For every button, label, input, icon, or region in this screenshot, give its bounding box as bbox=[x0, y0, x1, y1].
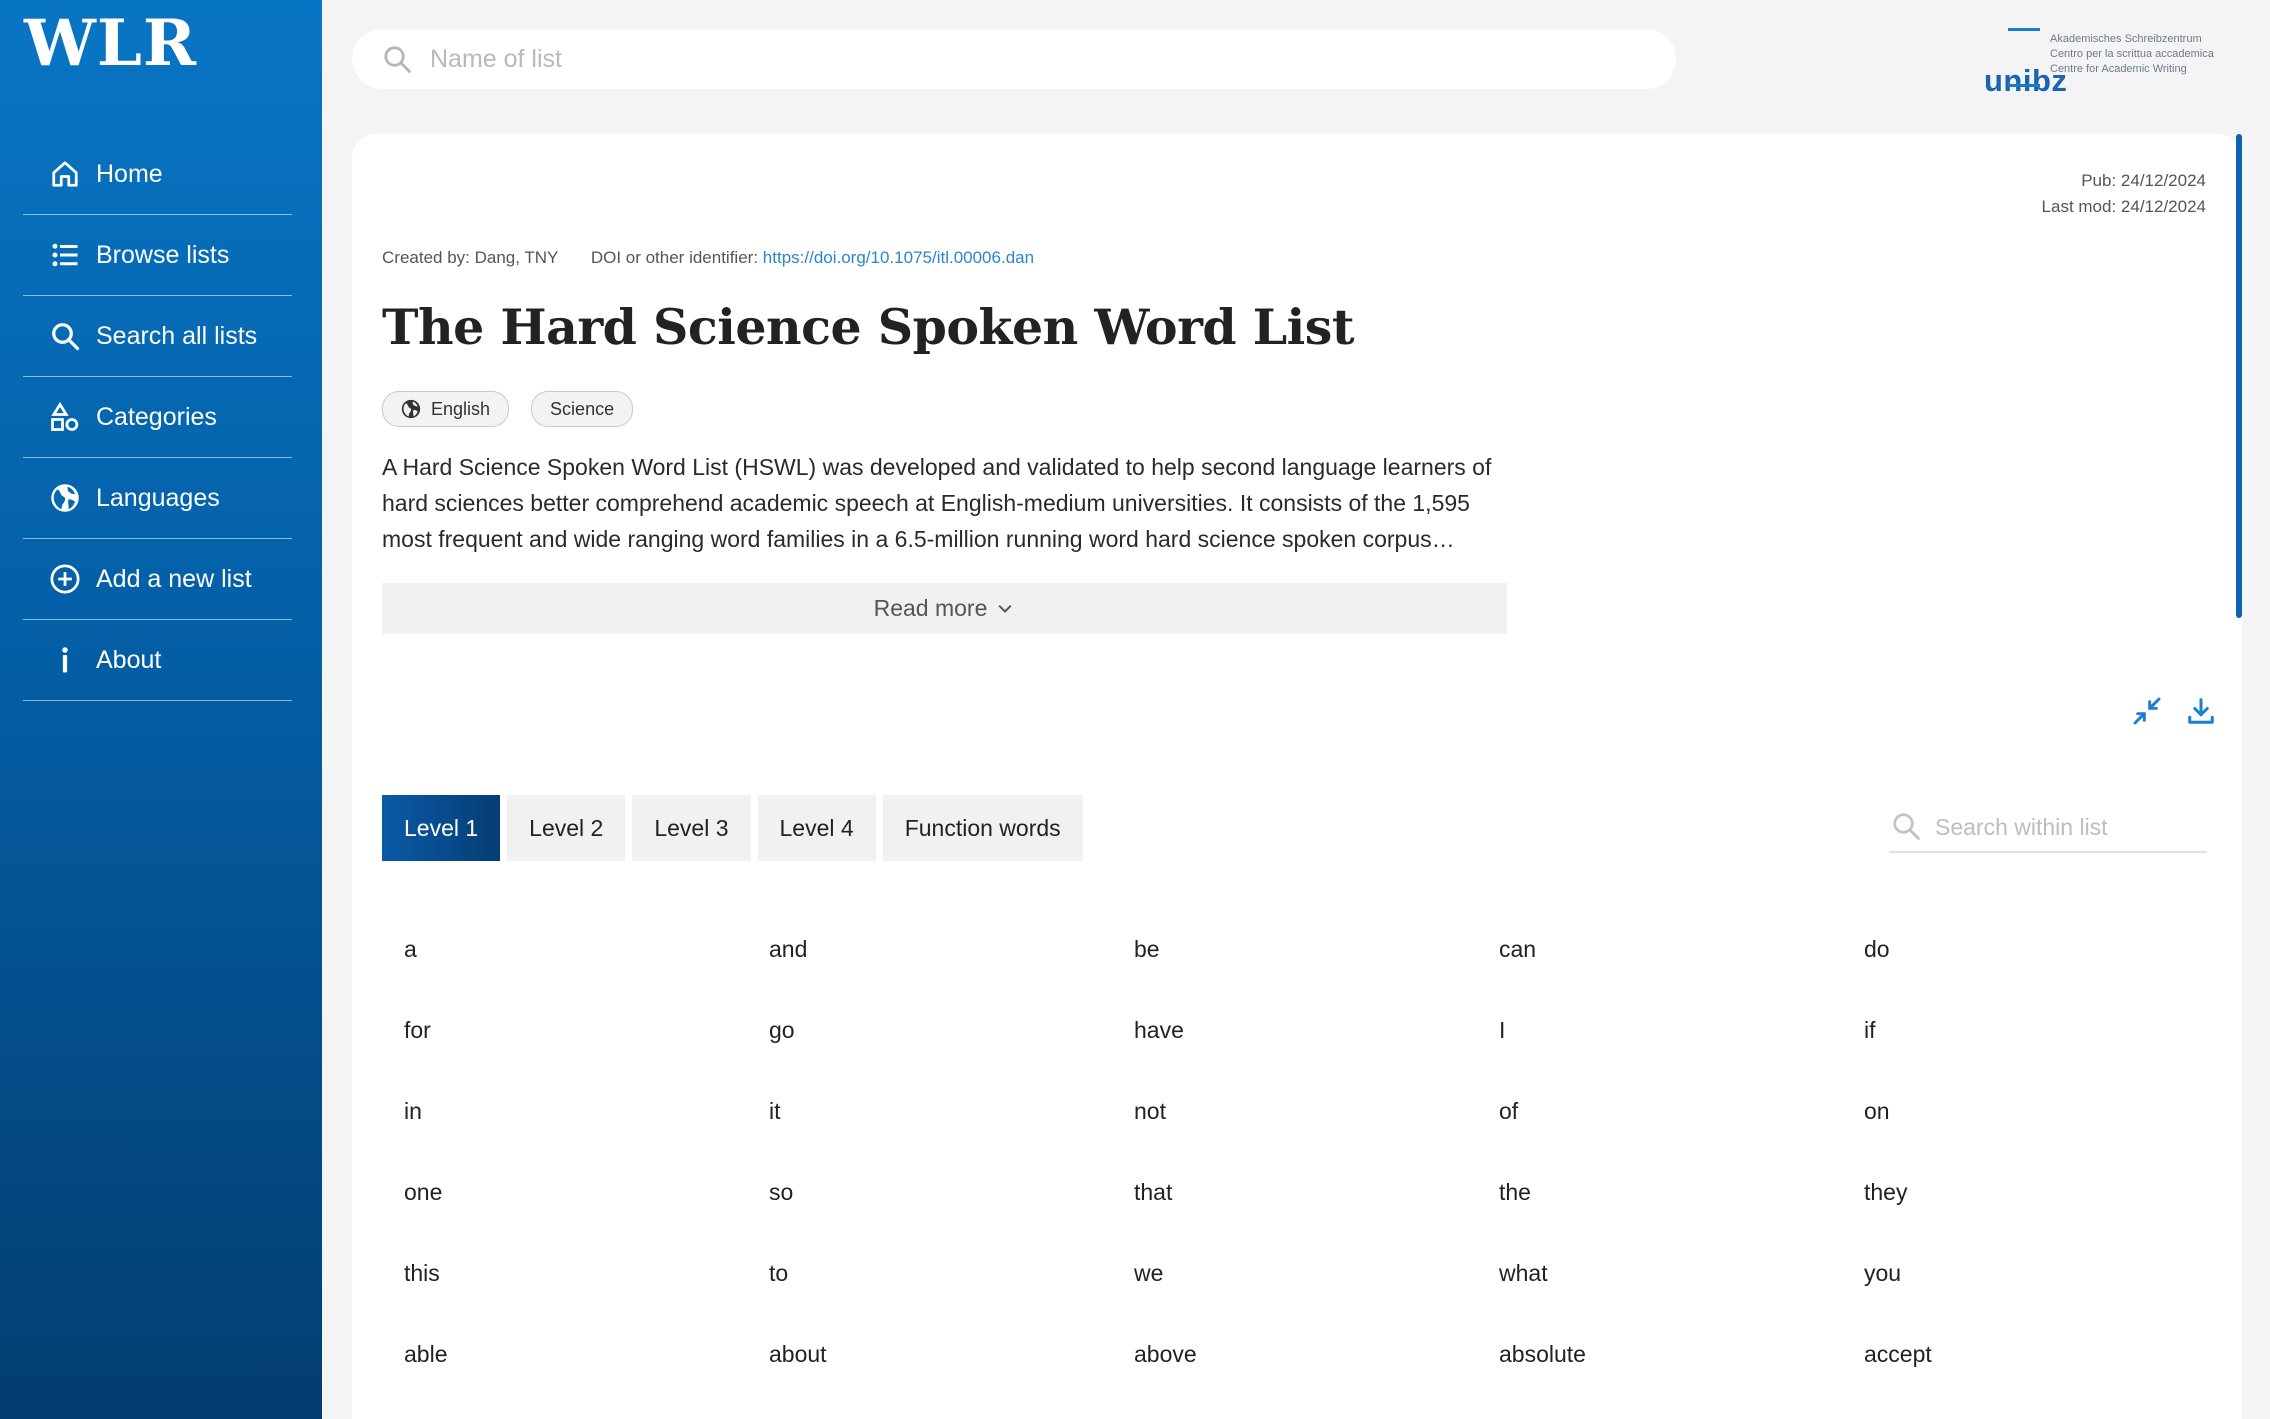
created-by: Created by: Dang, TNY bbox=[382, 248, 559, 267]
globe-icon bbox=[48, 481, 82, 515]
word-item: you bbox=[1864, 1260, 1902, 1286]
logo-line: Centre for Academic Writing bbox=[2050, 63, 2187, 75]
info-icon bbox=[48, 643, 82, 677]
list-tools bbox=[2130, 694, 2218, 728]
globe-icon bbox=[401, 399, 421, 419]
logo-subtitle: Akademisches Schreibzentrum Centro per l… bbox=[2050, 32, 2230, 77]
tag-label: Science bbox=[550, 398, 615, 419]
doi-label: DOI or other identifier: bbox=[590, 248, 759, 267]
sidebar-item-add-new-list[interactable]: Add a new list bbox=[23, 539, 292, 620]
within-list-search[interactable] bbox=[1889, 803, 2207, 853]
sidebar-item-label: Browse lists bbox=[96, 240, 230, 269]
sidebar-item-browse-lists[interactable]: Browse lists bbox=[23, 215, 292, 296]
sidebar-item-search-all-lists[interactable]: Search all lists bbox=[23, 296, 292, 377]
chevron-down-icon bbox=[995, 599, 1015, 619]
word-item: to bbox=[769, 1260, 789, 1286]
sidebar-item-label: Categories bbox=[96, 402, 217, 431]
logo-bar-bottom bbox=[2008, 84, 2040, 87]
word-item: we bbox=[1134, 1260, 1164, 1286]
scrollbar[interactable] bbox=[2236, 134, 2242, 618]
list-meta: Created by: Dang, TNY DOI or other ident… bbox=[382, 248, 1034, 268]
word-item: it bbox=[769, 1098, 781, 1124]
word-item: the bbox=[1499, 1179, 1531, 1205]
doi-link[interactable]: https://doi.org/10.1075/itl.00006.dan bbox=[763, 248, 1034, 267]
word-item: be bbox=[1134, 936, 1160, 962]
word-item: of bbox=[1499, 1098, 1519, 1124]
word-item: a bbox=[404, 936, 417, 962]
home-icon bbox=[48, 157, 82, 191]
pub-date: Pub: 24/12/2024 bbox=[2081, 171, 2206, 190]
word-item: in bbox=[404, 1098, 422, 1124]
tag-language[interactable]: English bbox=[382, 391, 510, 427]
within-list-search-input[interactable] bbox=[1933, 812, 2197, 842]
word-item: not bbox=[1134, 1098, 1166, 1124]
word-item: have bbox=[1134, 1017, 1184, 1043]
sidebar-item-label: Languages bbox=[96, 483, 220, 512]
word-item: one bbox=[404, 1179, 443, 1205]
sidebar-item-about[interactable]: About bbox=[23, 620, 292, 701]
page-title: The Hard Science Spoken Word List bbox=[382, 298, 1355, 356]
tab-level-3[interactable]: Level 3 bbox=[632, 795, 751, 861]
plus-circle-icon bbox=[48, 562, 82, 596]
tag-label: English bbox=[431, 398, 491, 419]
last-mod-date: Last mod: 24/12/2024 bbox=[2041, 197, 2206, 216]
list-description: A Hard Science Spoken Word List (HSWL) w… bbox=[382, 454, 1492, 552]
word-item: absolute bbox=[1499, 1341, 1586, 1367]
word-item: above bbox=[1134, 1341, 1197, 1367]
word-item: able bbox=[404, 1341, 448, 1367]
word-item: do bbox=[1864, 936, 1890, 962]
sidebar-item-label: About bbox=[96, 645, 162, 674]
compress-icon[interactable] bbox=[2130, 694, 2164, 728]
level-tabs: Level 1 Level 2 Level 3 Level 4 Function… bbox=[382, 795, 1083, 861]
word-item: about bbox=[769, 1341, 827, 1367]
sidebar-item-languages[interactable]: Languages bbox=[23, 458, 292, 539]
word-item: and bbox=[769, 936, 808, 962]
word-grid: a and be can do for go have I if in it n… bbox=[382, 909, 2212, 1395]
word-item: on bbox=[1864, 1098, 1890, 1124]
sidebar-item-label: Add a new list bbox=[96, 564, 252, 593]
tab-level-1[interactable]: Level 1 bbox=[382, 795, 501, 861]
word-item: if bbox=[1864, 1017, 1876, 1043]
search-icon bbox=[48, 319, 82, 353]
tag-list: English Science bbox=[382, 391, 634, 427]
sidebar-item-label: Search all lists bbox=[96, 321, 258, 350]
publication-dates: Pub: 24/12/2024 Last mod: 24/12/2024 bbox=[1900, 168, 2206, 220]
word-item: accept bbox=[1864, 1341, 1932, 1367]
sidebar: WLR Home Browse lists Search all lists C… bbox=[0, 0, 322, 1419]
word-item: go bbox=[769, 1017, 795, 1043]
unibz-logo[interactable]: unibz Akademisches Schreibzentrum Centro… bbox=[1960, 28, 2230, 98]
word-item: this bbox=[404, 1260, 440, 1286]
search-icon bbox=[382, 42, 416, 76]
download-icon[interactable] bbox=[2184, 694, 2218, 728]
list-name-search-input[interactable] bbox=[428, 43, 1632, 75]
sidebar-item-categories[interactable]: Categories bbox=[23, 377, 292, 458]
word-item: so bbox=[769, 1179, 794, 1205]
tab-level-4[interactable]: Level 4 bbox=[757, 795, 876, 861]
read-more-label: Read more bbox=[873, 595, 988, 621]
top-search-bar[interactable] bbox=[352, 29, 1676, 89]
logo-line: Centro per la scrittua accademica bbox=[2050, 48, 2214, 60]
read-more-button[interactable]: Read more bbox=[382, 583, 1507, 634]
word-item: can bbox=[1499, 936, 1537, 962]
sidebar-item-label: Home bbox=[96, 159, 163, 188]
word-item: that bbox=[1134, 1179, 1173, 1205]
word-item: I bbox=[1499, 1017, 1506, 1043]
tag-category[interactable]: Science bbox=[531, 391, 634, 427]
word-item: what bbox=[1499, 1260, 1548, 1286]
list-icon bbox=[48, 238, 82, 272]
word-item: they bbox=[1864, 1179, 1908, 1205]
tab-function-words[interactable]: Function words bbox=[882, 795, 1083, 861]
brand-logo[interactable]: WLR bbox=[24, 6, 197, 81]
sidebar-nav: Home Browse lists Search all lists Categ… bbox=[23, 134, 292, 701]
search-icon bbox=[1891, 811, 1923, 843]
word-item: for bbox=[404, 1017, 431, 1043]
tab-level-2[interactable]: Level 2 bbox=[507, 795, 626, 861]
sidebar-item-home[interactable]: Home bbox=[23, 134, 292, 215]
logo-line: Akademisches Schreibzentrum bbox=[2050, 33, 2202, 45]
logo-bar-top bbox=[2008, 28, 2040, 31]
shapes-icon bbox=[48, 400, 82, 434]
